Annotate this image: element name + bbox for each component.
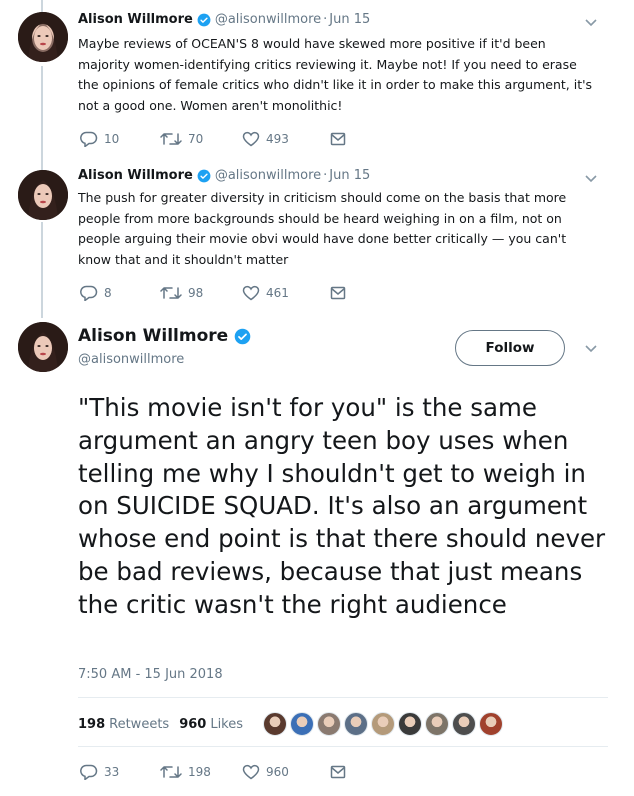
main-author-name[interactable]: Alison Willmore — [78, 326, 255, 346]
verified-badge-icon — [197, 13, 211, 26]
separator-dot: · — [323, 168, 328, 183]
like-count: 461 — [266, 286, 289, 300]
liker-avatar[interactable] — [263, 712, 288, 736]
reply-button[interactable]: 8 — [80, 285, 160, 301]
author-handle[interactable]: @alisonwillmore — [215, 12, 321, 27]
main-tweet-actions: 33 198 960 — [80, 764, 346, 780]
like-count: 493 — [266, 132, 289, 146]
retweet-button[interactable]: 198 — [160, 764, 242, 780]
liker-avatar[interactable] — [290, 712, 315, 736]
like-button[interactable]: 960 — [242, 764, 330, 780]
tweet-actions: 10 70 493 — [80, 131, 346, 147]
reply-icon — [80, 764, 98, 780]
retweet-icon — [160, 287, 182, 299]
liker-avatar[interactable] — [371, 712, 396, 736]
liker-avatars — [263, 712, 506, 736]
reply-count: 8 — [104, 286, 112, 300]
message-button[interactable] — [330, 286, 346, 300]
liker-avatar[interactable] — [452, 712, 477, 736]
verified-badge-icon — [234, 328, 251, 344]
envelope-icon — [330, 286, 346, 300]
liker-avatar[interactable] — [317, 712, 342, 736]
reply-icon — [80, 285, 98, 301]
likes-label[interactable]: Likes — [210, 717, 243, 732]
chevron-down-icon[interactable] — [584, 344, 598, 354]
follow-button[interactable]: Follow — [455, 330, 565, 366]
thread-line — [41, 0, 43, 12]
like-count: 960 — [266, 765, 289, 779]
retweet-button[interactable]: 70 — [160, 131, 242, 147]
divider — [78, 697, 608, 698]
tweet-text: Maybe reviews of OCEAN'S 8 would have sk… — [78, 36, 593, 113]
author-name[interactable]: Alison Willmore — [78, 326, 228, 346]
thread-line — [41, 66, 43, 170]
like-total[interactable]: 960 — [179, 717, 206, 732]
message-button[interactable] — [330, 765, 346, 779]
author-handle[interactable]: @alisonwillmore — [215, 168, 321, 183]
tweet-timestamp[interactable]: 7:50 AM - 15 Jun 2018 — [78, 667, 223, 682]
retweet-icon — [160, 766, 182, 778]
envelope-icon — [330, 765, 346, 779]
reply-button[interactable]: 10 — [80, 131, 160, 147]
reply-icon — [80, 131, 98, 147]
chevron-down-icon[interactable] — [584, 174, 598, 184]
reply-button[interactable]: 33 — [80, 764, 160, 780]
envelope-icon — [330, 132, 346, 146]
liker-avatar[interactable] — [425, 712, 450, 736]
author-name[interactable]: Alison Willmore — [78, 168, 193, 183]
liker-avatar[interactable] — [479, 712, 504, 736]
tweet-header: Alison Willmore @alisonwillmore · Jun 15 — [78, 12, 370, 27]
avatar[interactable] — [18, 12, 68, 62]
avatar[interactable] — [18, 322, 68, 372]
retweet-total[interactable]: 198 — [78, 717, 105, 732]
main-author-handle[interactable]: @alisonwillmore — [78, 352, 184, 367]
retweets-label[interactable]: Retweets — [109, 717, 169, 732]
author-name[interactable]: Alison Willmore — [78, 12, 193, 27]
message-button[interactable] — [330, 132, 346, 146]
heart-icon — [242, 764, 260, 780]
engagement-stats: 198 Retweets 960 Likes — [78, 712, 506, 736]
verified-badge-icon — [197, 169, 211, 182]
like-button[interactable]: 461 — [242, 285, 330, 301]
thread-line — [41, 222, 43, 318]
liker-avatar[interactable] — [398, 712, 423, 736]
reply-count: 33 — [104, 765, 120, 779]
retweet-count: 70 — [188, 132, 204, 146]
chevron-down-icon[interactable] — [584, 18, 598, 28]
separator-dot: · — [323, 12, 328, 27]
like-button[interactable]: 493 — [242, 131, 330, 147]
tweet-date[interactable]: Jun 15 — [329, 168, 370, 183]
liker-avatar[interactable] — [344, 712, 369, 736]
avatar[interactable] — [18, 170, 68, 220]
divider — [78, 746, 608, 747]
tweet-header: Alison Willmore @alisonwillmore · Jun 15 — [78, 168, 370, 183]
tweet-actions: 8 98 461 — [80, 285, 346, 301]
heart-icon — [242, 285, 260, 301]
retweet-count: 98 — [188, 286, 204, 300]
heart-icon — [242, 131, 260, 147]
tweet-text: The push for greater diversity in critic… — [78, 190, 567, 267]
reply-count: 10 — [104, 132, 120, 146]
main-tweet-text: "This movie isn't for you" is the same a… — [78, 393, 606, 619]
tweet-date[interactable]: Jun 15 — [329, 12, 370, 27]
retweet-count: 198 — [188, 765, 211, 779]
retweet-icon — [160, 133, 182, 145]
retweet-button[interactable]: 98 — [160, 285, 242, 301]
